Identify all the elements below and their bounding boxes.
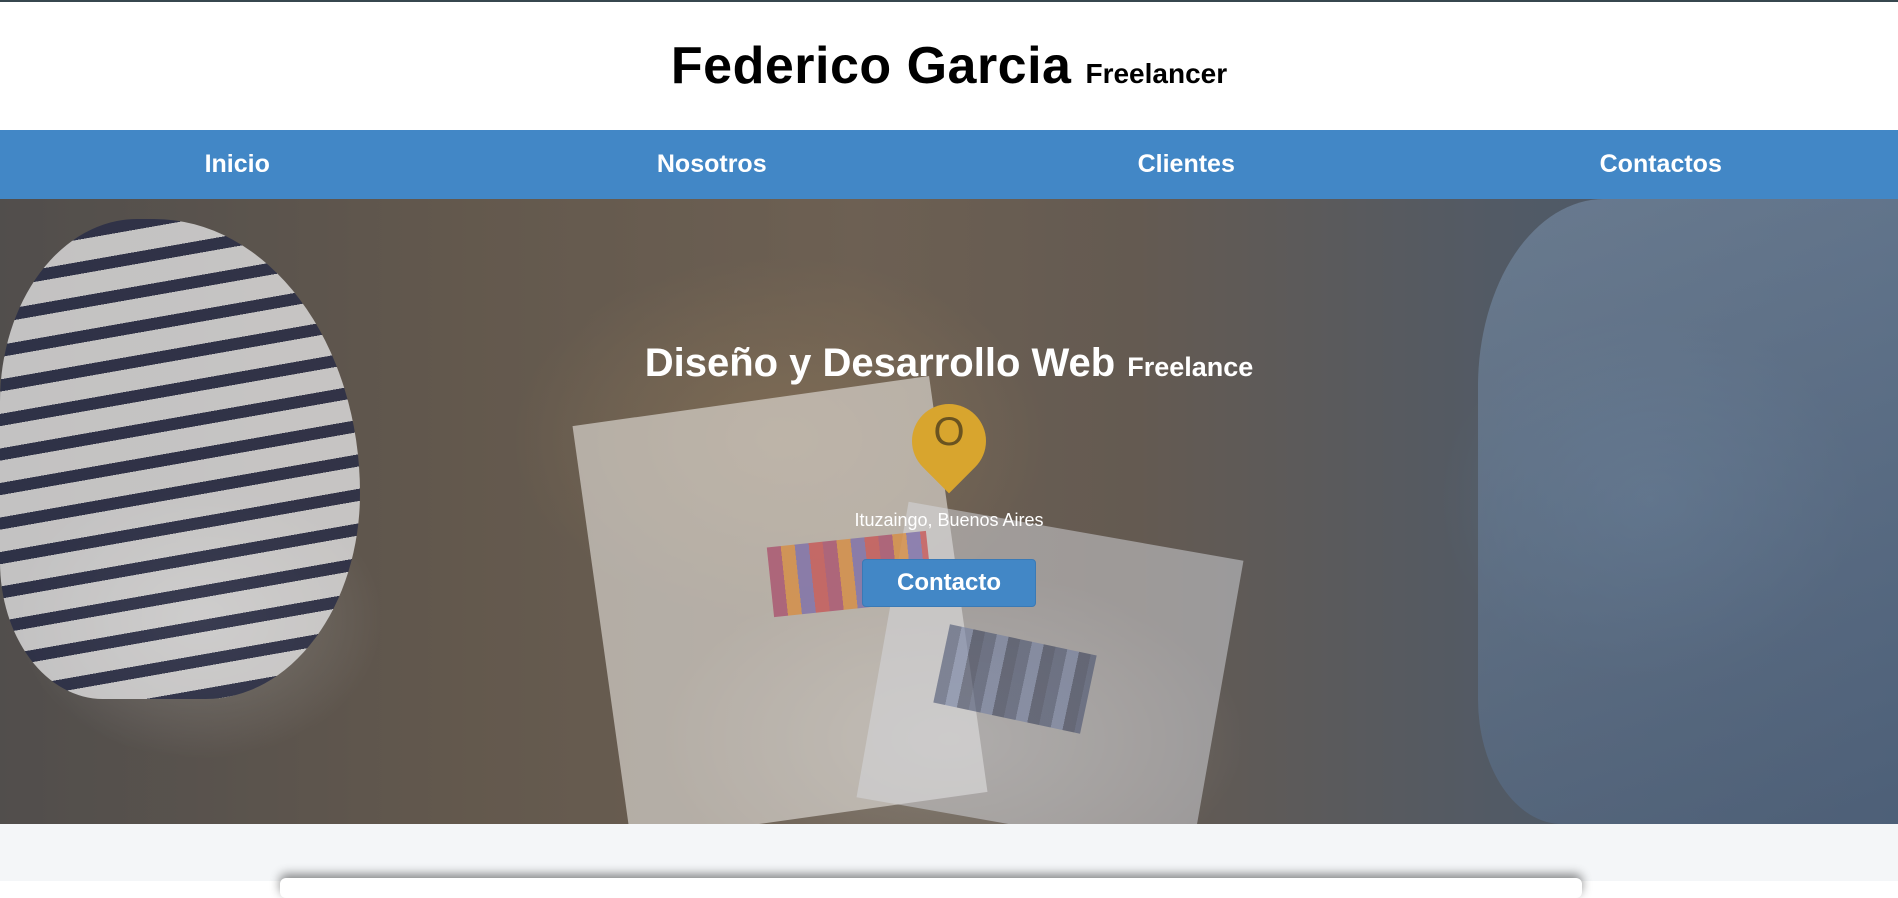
nav-item-contactos[interactable]: Contactos (1424, 130, 1898, 199)
brand: Federico Garcia Freelancer (671, 36, 1227, 96)
map-pin-icon: O (912, 402, 986, 498)
nav-item-nosotros[interactable]: Nosotros (475, 130, 950, 199)
next-section (0, 824, 1898, 881)
main-nav: Inicio Nosotros Clientes Contactos (0, 130, 1898, 199)
location-text: Ituzaingo, Buenos Aires (854, 510, 1043, 531)
hero-title: Diseño y Desarrollo Web Freelance (645, 341, 1254, 386)
brand-tagline: Freelancer (1085, 58, 1227, 90)
hero-content: Diseño y Desarrollo Web Freelance O Ituz… (0, 199, 1898, 824)
content-card (280, 878, 1582, 898)
hero-title-main: Diseño y Desarrollo Web (645, 341, 1116, 386)
site-header: Federico Garcia Freelancer (0, 2, 1898, 130)
hero-banner: Diseño y Desarrollo Web Freelance O Ituz… (0, 199, 1898, 824)
nav-item-clientes[interactable]: Clientes (949, 130, 1424, 199)
nav-item-inicio[interactable]: Inicio (0, 130, 475, 199)
map-pin-letter: O (912, 410, 986, 455)
hero-title-suffix: Freelance (1127, 352, 1253, 383)
contact-button[interactable]: Contacto (862, 559, 1036, 607)
brand-name: Federico Garcia (671, 36, 1072, 96)
